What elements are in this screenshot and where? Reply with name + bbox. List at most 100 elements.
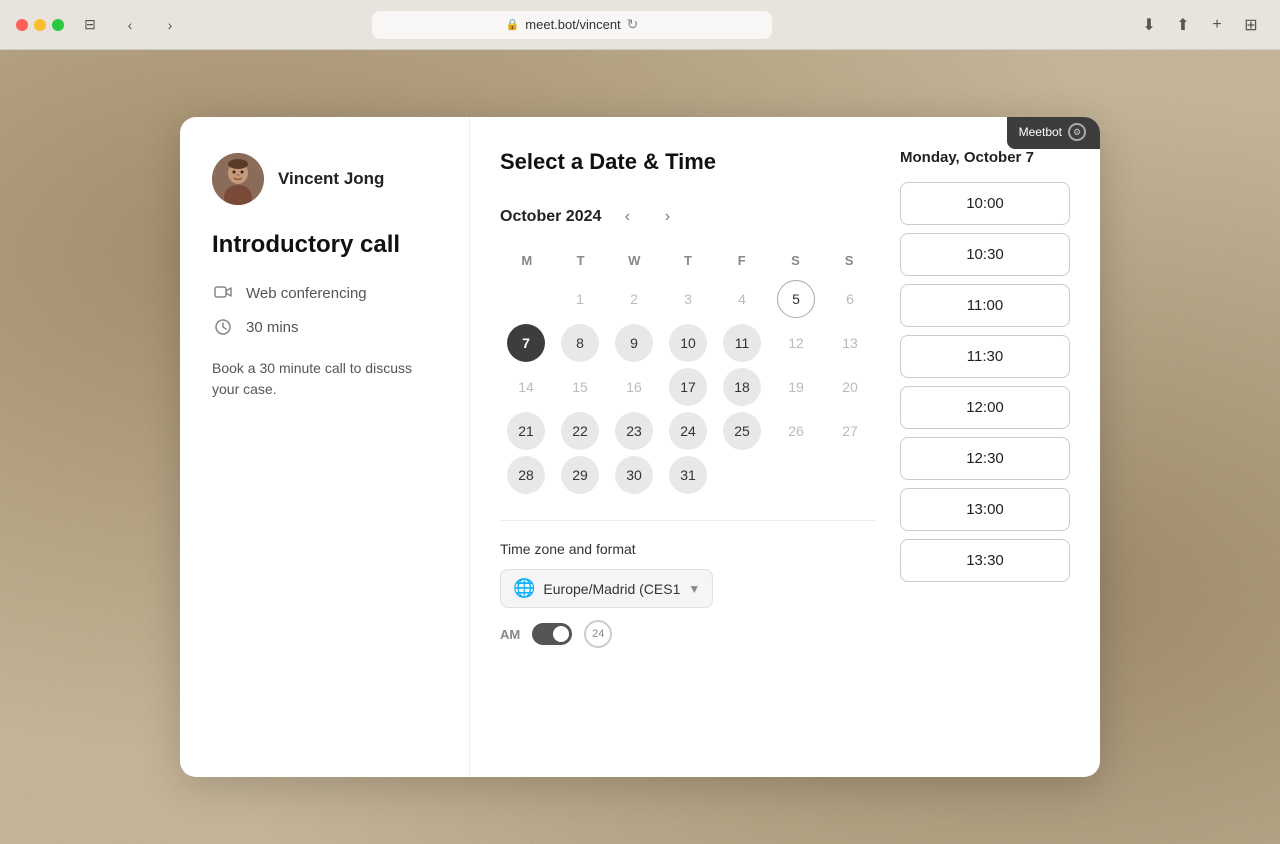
booking-card: Meetbot ⚙ <box>180 117 1100 777</box>
section-title: Select a Date & Time <box>500 149 876 175</box>
calendar-day-13: 13 <box>831 324 869 362</box>
left-panel: Vincent Jong Introductory call Web confe… <box>180 117 470 777</box>
timeslots-panel: Monday, October 7 10:00 10:30 11:00 11:30 12… <box>900 149 1070 745</box>
web-conferencing-label: Web conferencing <box>246 285 367 302</box>
timeslot-1130[interactable]: 11:30 <box>900 335 1070 378</box>
calendar-day-empty <box>507 280 545 318</box>
calendar-day-16: 16 <box>615 368 653 406</box>
share-icon[interactable]: ⬆ <box>1170 12 1196 38</box>
web-conferencing-row: Web conferencing <box>212 282 437 304</box>
timeslot-1330[interactable]: 13:30 <box>900 539 1070 582</box>
calendar-days: 1234567891011121314151617181920212223242… <box>500 278 876 496</box>
traffic-lights <box>16 19 64 31</box>
weekday-sun: S <box>822 249 876 272</box>
calendar-day-20: 20 <box>831 368 869 406</box>
month-year: October 2024 <box>500 208 601 226</box>
calendar-day-8[interactable]: 8 <box>561 324 599 362</box>
calendar-day-12: 12 <box>777 324 815 362</box>
calendar-day-2: 2 <box>615 280 653 318</box>
lock-icon: 🔒 <box>506 18 520 31</box>
calendar-weekdays: M T W T F S S <box>500 249 876 272</box>
prev-month-button[interactable]: ‹ <box>613 203 641 231</box>
weekday-wed: W <box>607 249 661 272</box>
weekday-thu: T <box>661 249 715 272</box>
download-icon[interactable]: ⬇ <box>1136 12 1162 38</box>
toggle-thumb <box>553 626 569 642</box>
calendar-day-21[interactable]: 21 <box>507 412 545 450</box>
weekday-fri: F <box>715 249 769 272</box>
forward-button[interactable]: › <box>156 11 184 39</box>
calendar-day-5[interactable]: 5 <box>777 280 815 318</box>
close-window-button[interactable] <box>16 19 28 31</box>
timeslot-1000[interactable]: 10:00 <box>900 182 1070 225</box>
calendar-day-3: 3 <box>669 280 707 318</box>
new-tab-icon[interactable]: + <box>1204 12 1230 38</box>
meeting-description: Book a 30 minute call to discuss your ca… <box>212 358 437 400</box>
calendar-day-empty <box>723 456 761 494</box>
calendar-day-31[interactable]: 31 <box>669 456 707 494</box>
weekday-mon: M <box>500 249 554 272</box>
calendar-day-24[interactable]: 24 <box>669 412 707 450</box>
right-panel: Select a Date & Time October 2024 ‹ › M … <box>470 117 1100 777</box>
maximize-window-button[interactable] <box>52 19 64 31</box>
calendar-day-empty <box>777 456 815 494</box>
am-label: AM <box>500 627 520 642</box>
calendar-day-18[interactable]: 18 <box>723 368 761 406</box>
video-icon <box>212 282 234 304</box>
calendar-day-22[interactable]: 22 <box>561 412 599 450</box>
calendar-day-19: 19 <box>777 368 815 406</box>
meeting-title: Introductory call <box>212 229 437 260</box>
calendar-day-30[interactable]: 30 <box>615 456 653 494</box>
24h-format-button[interactable]: 24 <box>584 620 612 648</box>
avatar <box>212 153 264 205</box>
next-month-button[interactable]: › <box>653 203 681 231</box>
timezone-row: 🌐 Europe/Madrid (CES1 ▼ <box>500 569 876 608</box>
calendar-day-23[interactable]: 23 <box>615 412 653 450</box>
profile-name: Vincent Jong <box>278 169 384 189</box>
meetbot-badge: Meetbot ⚙ <box>1007 117 1100 149</box>
calendar-day-11[interactable]: 11 <box>723 324 761 362</box>
browser-right-icons: ⬇ ⬆ + ⊞ <box>1136 12 1264 38</box>
calendar-day-1: 1 <box>561 280 599 318</box>
timezone-label: Time zone and format <box>500 541 876 557</box>
chevron-down-icon: ▼ <box>688 582 700 596</box>
calendar-day-27: 27 <box>831 412 869 450</box>
timeslots-list: 10:00 10:30 11:00 11:30 12:00 12:30 13:00 13:30 <box>900 182 1070 582</box>
timeslot-1230[interactable]: 12:30 <box>900 437 1070 480</box>
calendar-day-7[interactable]: 7 <box>507 324 545 362</box>
meetbot-label: Meetbot <box>1019 125 1062 139</box>
calendar-grid: M T W T F S S 12345678910111213141516171… <box>500 249 876 496</box>
calendar-day-29[interactable]: 29 <box>561 456 599 494</box>
calendar-day-10[interactable]: 10 <box>669 324 707 362</box>
page-content: Meetbot ⚙ <box>0 50 1280 844</box>
calendar-day-28[interactable]: 28 <box>507 456 545 494</box>
clock-icon <box>212 316 234 338</box>
back-button[interactable]: ‹ <box>116 11 144 39</box>
timeslot-1100[interactable]: 11:00 <box>900 284 1070 327</box>
calendar-day-14: 14 <box>507 368 545 406</box>
selected-date-label: Monday, October 7 <box>900 149 1070 166</box>
timezone-section: Time zone and format 🌐 Europe/Madrid (CE… <box>500 520 876 648</box>
weekday-tue: T <box>554 249 608 272</box>
calendar-day-9[interactable]: 9 <box>615 324 653 362</box>
timezone-value: Europe/Madrid (CES1 <box>543 581 680 597</box>
calendar-day-empty <box>831 456 869 494</box>
address-bar[interactable]: 🔒 meet.bot/vincent ↻ <box>372 11 772 39</box>
format-24-label: 24 <box>592 628 604 640</box>
timezone-select[interactable]: 🌐 Europe/Madrid (CES1 ▼ <box>500 569 713 608</box>
refresh-icon: ↻ <box>627 16 639 33</box>
url-text: meet.bot/vincent <box>525 17 620 32</box>
format-row: AM 24 <box>500 620 876 648</box>
timeslot-1200[interactable]: 12:00 <box>900 386 1070 429</box>
calendar-day-25[interactable]: 25 <box>723 412 761 450</box>
timeslot-1030[interactable]: 10:30 <box>900 233 1070 276</box>
sidebar-toggle-button[interactable]: ⊟ <box>76 11 104 39</box>
timeslot-1300[interactable]: 13:00 <box>900 488 1070 531</box>
calendar-day-17[interactable]: 17 <box>669 368 707 406</box>
meetbot-icon: ⚙ <box>1068 123 1086 141</box>
minimize-window-button[interactable] <box>34 19 46 31</box>
tab-overview-icon[interactable]: ⊞ <box>1238 12 1264 38</box>
calendar-header: October 2024 ‹ › <box>500 203 876 231</box>
24h-toggle[interactable] <box>532 623 572 645</box>
globe-icon: 🌐 <box>513 578 535 599</box>
